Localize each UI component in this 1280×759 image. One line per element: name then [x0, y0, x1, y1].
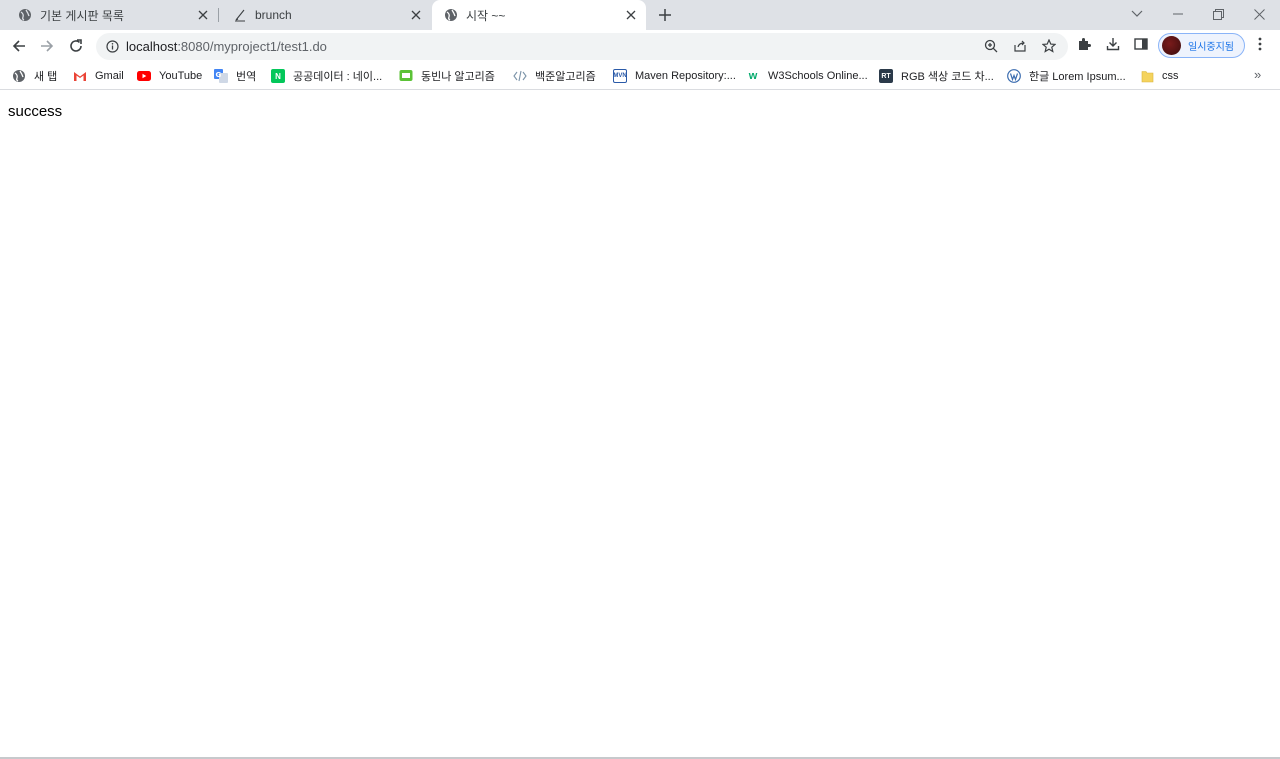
more-vert-icon — [1258, 37, 1262, 56]
w3schools-icon: w — [748, 70, 758, 82]
bookmark-gmail[interactable]: Gmail — [73, 67, 124, 85]
translate-icon: G — [214, 69, 228, 83]
folder-icon — [1140, 69, 1154, 83]
bookmark-label: 동빈나 알고리즘 — [421, 71, 495, 83]
bookmark-label: YouTube — [159, 70, 203, 82]
bookmark-label: 번역 — [236, 71, 257, 83]
minimize-button[interactable] — [1166, 3, 1190, 25]
navigation-toolbar: localhost:8080/myproject1/test1.do 일시중지됨 — [0, 30, 1280, 62]
bookmark-lorem-ipsum[interactable]: 한글 Lorem Ipsum... — [1007, 67, 1126, 85]
wordpress-icon — [1007, 69, 1021, 83]
zoom-icon[interactable] — [983, 38, 999, 54]
maven-icon: MVN — [613, 69, 627, 83]
back-button[interactable] — [8, 35, 30, 57]
globe-icon — [18, 8, 32, 22]
extensions-button[interactable] — [1073, 35, 1095, 57]
globe-icon — [12, 69, 26, 83]
more-bookmarks-button[interactable]: » — [1254, 67, 1261, 82]
tab-strip: 기본 게시판 목록 brunch 시작 ~~ — [0, 0, 1280, 30]
gmail-icon — [73, 69, 87, 83]
forward-button[interactable] — [36, 35, 58, 57]
tab-title: brunch — [255, 8, 292, 22]
puzzle-icon — [1077, 37, 1091, 56]
download-icon — [1106, 37, 1120, 56]
bookmark-youtube[interactable]: YouTube — [137, 67, 202, 85]
tab-title: 기본 게시판 목록 — [40, 8, 124, 23]
svg-text:G: G — [216, 71, 222, 79]
bookmark-label: 새 탭 — [34, 71, 58, 83]
close-icon[interactable] — [196, 8, 210, 22]
bookmark-public-data[interactable]: N 공공데이터 : 네이... — [271, 67, 382, 85]
close-icon[interactable] — [624, 8, 638, 22]
code-icon — [513, 69, 527, 83]
bookmarks-bar: 새 탭 Gmail YouTube G 번역 N 공공데이터 : 네이... 동… — [0, 62, 1280, 90]
bookmark-maven[interactable]: MVN Maven Repository:... — [613, 67, 736, 85]
bookmark-dongbinna[interactable]: 동빈나 알고리즘 — [399, 67, 495, 85]
address-bar[interactable]: localhost:8080/myproject1/test1.do — [96, 33, 1068, 60]
page-content: success — [0, 91, 1280, 759]
bookmark-rgb-colors[interactable]: RT RGB 색상 코드 차... — [879, 67, 994, 85]
chat-icon — [399, 69, 413, 83]
close-icon[interactable] — [409, 8, 423, 22]
side-panel-icon — [1134, 37, 1148, 56]
browser-menu-button[interactable] — [1249, 35, 1271, 57]
profile-status-label: 일시중지됨 — [1188, 42, 1234, 53]
tab-start[interactable]: 시작 ~~ — [432, 0, 646, 30]
tab-board-list[interactable]: 기본 게시판 목록 — [0, 0, 218, 30]
bookmark-baekjoon[interactable]: 백준알고리즘 — [513, 67, 596, 85]
tab-title: 시작 ~~ — [466, 8, 506, 23]
url-path: :8080/myproject1/test1.do — [177, 39, 327, 54]
youtube-icon — [137, 69, 151, 83]
bookmark-label: 한글 Lorem Ipsum... — [1029, 71, 1126, 83]
bookmark-new-tab[interactable]: 새 탭 — [12, 67, 57, 85]
downloads-button[interactable] — [1102, 35, 1124, 57]
tab-brunch[interactable]: brunch — [219, 0, 431, 30]
restore-button[interactable] — [1206, 3, 1230, 25]
globe-icon — [444, 8, 458, 22]
bookmark-translate[interactable]: G 번역 — [214, 67, 256, 85]
bookmark-label: Maven Repository:... — [635, 70, 736, 82]
share-icon[interactable] — [1012, 38, 1028, 54]
bookmark-label: 백준알고리즘 — [535, 71, 596, 83]
brunch-pen-icon — [233, 8, 247, 22]
reload-button[interactable] — [65, 35, 87, 57]
bookmark-label: RGB 색상 코드 차... — [901, 71, 994, 83]
bookmark-folder-css[interactable]: css — [1140, 67, 1179, 85]
page-body-text: success — [8, 103, 63, 120]
side-panel-button[interactable] — [1130, 35, 1152, 57]
profile-button[interactable]: 일시중지됨 — [1158, 33, 1245, 58]
bookmark-label: css — [1162, 70, 1179, 82]
rt-icon: RT — [879, 69, 893, 83]
bookmark-label: W3Schools Online... — [768, 70, 868, 82]
naver-icon: N — [271, 69, 285, 83]
url-host: localhost — [126, 39, 178, 54]
new-tab-button[interactable] — [656, 6, 674, 24]
bookmark-label: 공공데이터 : 네이... — [293, 71, 383, 83]
close-window-button[interactable] — [1247, 3, 1271, 25]
avatar — [1162, 36, 1181, 55]
site-info-icon[interactable] — [106, 40, 119, 53]
url-text: localhost:8080/myproject1/test1.do — [126, 40, 327, 54]
bookmark-w3schools[interactable]: w W3Schools Online... — [746, 67, 868, 85]
tab-search-button[interactable] — [1125, 3, 1149, 25]
bookmark-label: Gmail — [95, 70, 124, 82]
bookmark-star-icon[interactable] — [1041, 38, 1057, 54]
